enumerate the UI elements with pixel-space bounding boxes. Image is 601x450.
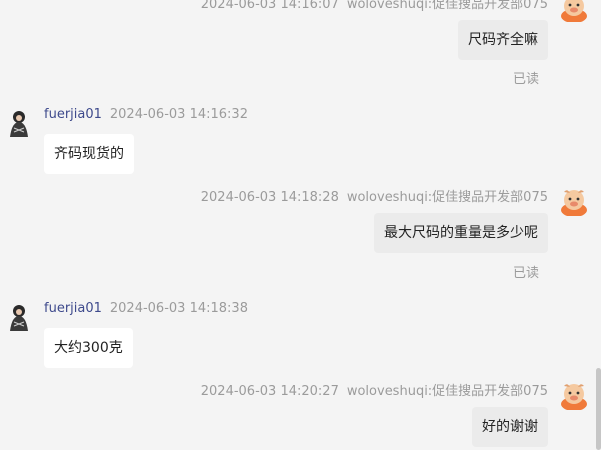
message-meta: 2024-06-03 14:18:28 woloveshuqi:促佳搜品开发部07…: [201, 186, 548, 205]
message-meta: fuerjia01 2024-06-03 14:18:38: [44, 301, 248, 316]
message-bubble[interactable]: 好的谢谢: [472, 407, 548, 447]
message-bubble[interactable]: 大约300克: [44, 328, 133, 368]
message-timestamp: 2024-06-03 14:18:28: [200, 190, 339, 205]
message-timestamp: 2024-06-03 14:16:07: [200, 0, 339, 12]
message-sender: woloveshuqi:促佳搜品开发部075: [346, 384, 548, 399]
message-bubble[interactable]: 尺码齐全嘛: [458, 20, 548, 60]
message-timestamp: 2024-06-03 14:20:27: [200, 384, 339, 399]
read-status: 已读: [512, 266, 539, 281]
message-timestamp: 2024-06-03 14:16:32: [109, 107, 248, 122]
message-sender[interactable]: fuerjia01: [44, 107, 102, 122]
message-sender: woloveshuqi:促佳搜品开发部075: [346, 0, 548, 12]
message-bubble[interactable]: 齐码现货的: [44, 134, 134, 174]
message-sender[interactable]: fuerjia01: [44, 301, 102, 316]
message-meta: 2024-06-03 14:16:07 woloveshuqi:促佳搜品开发部07…: [201, 0, 548, 12]
message-sender: woloveshuqi:促佳搜品开发部075: [346, 190, 548, 205]
read-status: 已读: [512, 72, 539, 87]
message-meta: fuerjia01 2024-06-03 14:16:32: [44, 107, 248, 122]
scrollbar[interactable]: [596, 368, 601, 450]
buyer-avatar-icon[interactable]: [4, 302, 34, 332]
message-timestamp: 2024-06-03 14:18:38: [109, 301, 248, 316]
message-meta: 2024-06-03 14:20:27 woloveshuqi:促佳搜品开发部07…: [201, 380, 548, 399]
seller-avatar-icon[interactable]: [559, 186, 589, 217]
buyer-avatar-icon[interactable]: [4, 108, 34, 138]
seller-avatar-icon[interactable]: [559, 380, 589, 411]
message-bubble[interactable]: 最大尺码的重量是多少呢: [374, 213, 548, 253]
chat-message-list[interactable]: 2024-06-03 14:16:07 woloveshuqi:促佳搜品开发部07…: [0, 0, 601, 450]
seller-avatar-icon[interactable]: [559, 0, 589, 23]
